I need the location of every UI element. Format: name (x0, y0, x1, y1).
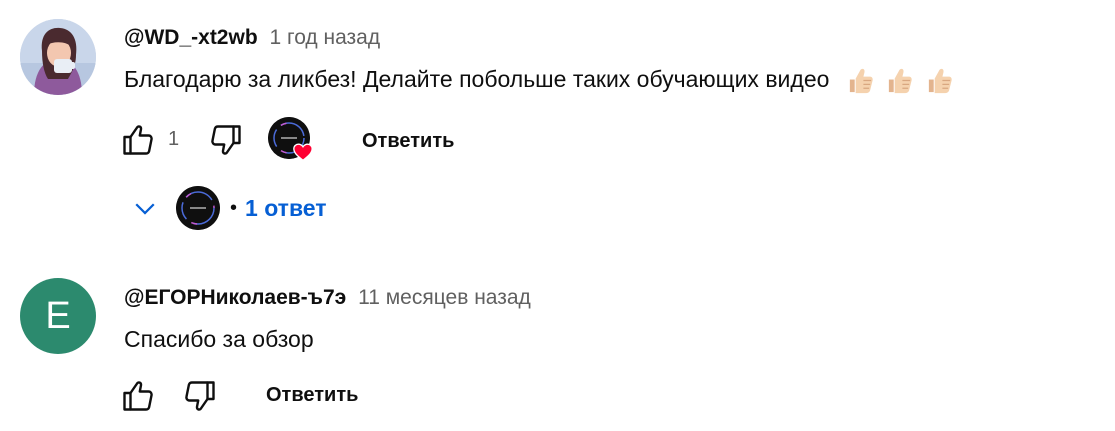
replies-toggle[interactable]: • 1 ответ (130, 184, 327, 232)
separator-dot: • (230, 196, 238, 219)
reply-button[interactable]: Ответить (256, 378, 368, 413)
thumbs-up-emoji (849, 69, 873, 94)
creator-heart-badge (268, 117, 314, 163)
comment-text-content: Благодарю за ликбез! Делайте побольше та… (124, 66, 830, 92)
user-avatar[interactable]: E (20, 278, 96, 354)
thumb-down-outline-icon (211, 125, 241, 155)
thumb-up-outline-icon (123, 125, 153, 155)
comment-author[interactable]: @WD_-xt2wb (124, 26, 258, 49)
thumb-down-outline-icon (185, 381, 215, 411)
chevron-down-icon (135, 203, 155, 215)
reply-button[interactable]: Ответить (352, 124, 464, 159)
comment-time[interactable]: 1 год назад (270, 26, 381, 49)
user-avatar[interactable] (20, 19, 96, 95)
like-count: 1 (168, 128, 180, 150)
comment-text: Спасибо за обзор (124, 326, 314, 353)
comment-author[interactable]: @ЕГОРНиколаев-ъ7э (124, 286, 346, 309)
avatar-letter: E (45, 294, 71, 337)
comment-text: Благодарю за ликбез! Делайте побольше та… (124, 66, 954, 95)
thumb-up-outline-icon (123, 381, 153, 411)
dislike-button[interactable] (180, 376, 220, 416)
like-button[interactable] (118, 376, 158, 416)
heart-icon (293, 143, 313, 162)
comment-text-content: Спасибо за обзор (124, 326, 314, 352)
like-button[interactable] (118, 120, 158, 160)
comment-header: @ЕГОРНиколаев-ъ7э 11 месяцев назад (124, 286, 531, 310)
comment-time[interactable]: 11 месяцев назад (358, 286, 531, 309)
creator-avatar (176, 186, 220, 230)
dislike-button[interactable] (206, 120, 246, 160)
replies-count-link[interactable]: 1 ответ (245, 195, 327, 222)
comment-header: @WD_-xt2wb 1 год назад (124, 26, 380, 50)
thumbs-up-emoji (928, 69, 952, 94)
thumbs-up-emoji (889, 69, 912, 94)
